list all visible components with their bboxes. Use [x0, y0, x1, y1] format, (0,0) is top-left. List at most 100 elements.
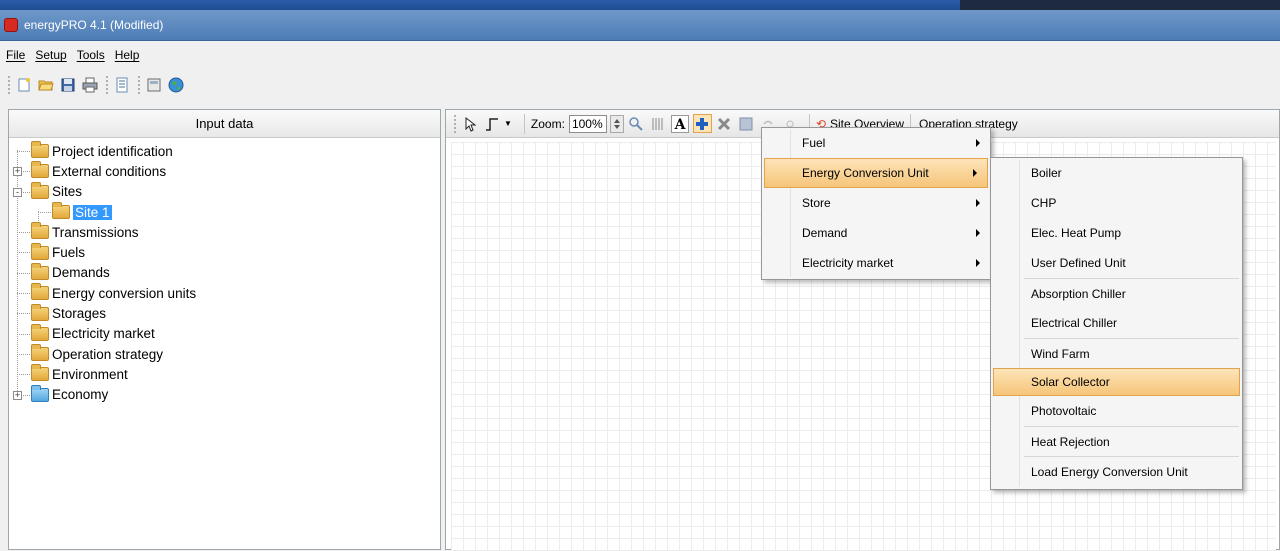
tree-line — [17, 333, 30, 335]
save-diagram-icon[interactable] — [737, 114, 756, 133]
magnifier-icon[interactable] — [627, 114, 646, 133]
tree-item-sites[interactable]: - Sites — [9, 181, 440, 202]
tree-line — [17, 313, 30, 315]
folder-icon — [31, 364, 49, 382]
tree-item-operation-strategy[interactable]: Operation strategy — [9, 344, 440, 364]
open-icon[interactable] — [36, 76, 55, 95]
grid-icon[interactable] — [649, 114, 668, 133]
add-component-menu: Fuel Energy Conversion Unit Store Demand… — [761, 127, 991, 280]
menu-help[interactable]: Help — [115, 48, 140, 62]
toolbar-grip[interactable] — [453, 113, 457, 134]
report-icon[interactable] — [112, 76, 131, 95]
folder-icon — [31, 222, 49, 240]
globe-icon[interactable] — [166, 76, 185, 95]
tree-item-label: Transmissions — [52, 224, 139, 240]
text-icon[interactable]: A — [671, 114, 690, 133]
menu-item-label: CHP — [1031, 196, 1057, 210]
tree-line — [17, 232, 30, 234]
tree-item-label: Storages — [52, 306, 107, 322]
menu-setup[interactable]: Setup — [35, 48, 66, 62]
expand-icon[interactable]: + — [13, 390, 22, 400]
menu-item-fuel[interactable]: Fuel — [762, 128, 990, 158]
menu-file[interactable]: File — [6, 48, 25, 62]
menu-item-demand[interactable]: Demand — [762, 218, 990, 248]
tree-item-label: Operation strategy — [52, 346, 164, 362]
menu-item-label: Demand — [802, 226, 848, 240]
add-icon[interactable] — [692, 114, 712, 133]
print-icon[interactable] — [80, 76, 99, 95]
tree-line — [38, 211, 51, 213]
tree-item-electricity-market[interactable]: Electricity market — [9, 323, 440, 344]
menu-item-label: Absorption Chiller — [1031, 286, 1126, 301]
folder-icon — [31, 283, 49, 301]
submenu-item-heat-rejection[interactable]: Heat Rejection — [991, 427, 1242, 456]
menu-item-label: Electrical Chiller — [1031, 316, 1118, 330]
pointer-icon[interactable] — [460, 114, 479, 133]
menu-item-label: Elec. Heat Pump — [1031, 226, 1122, 240]
submenu-item-absorption-chiller[interactable]: Absorption Chiller — [991, 279, 1242, 308]
save-icon[interactable] — [58, 76, 77, 95]
zoom-input[interactable] — [568, 114, 607, 133]
menu-item-label: Electricity market — [802, 256, 894, 270]
menu-item-label: Fuel — [802, 136, 826, 150]
toolbar-grip-2[interactable] — [105, 75, 109, 95]
tree-item-label: Energy conversion units — [52, 285, 197, 301]
toolbar-grip[interactable] — [7, 75, 11, 95]
menu-tools[interactable]: Tools — [77, 48, 105, 62]
tree-item-demands[interactable]: Demands — [9, 262, 440, 283]
toolbar-grip-3[interactable] — [137, 75, 141, 95]
svg-text:A: A — [674, 117, 687, 133]
taskbar-strip — [0, 0, 1280, 10]
menu-item-label: Heat Rejection — [1031, 434, 1110, 449]
collapse-icon[interactable]: - — [13, 187, 22, 197]
submenu-item-photovoltaic[interactable]: Photovoltaic — [991, 396, 1242, 426]
folder-icon — [31, 141, 49, 159]
tree-line — [17, 374, 30, 376]
app-icon[interactable] — [4, 18, 18, 32]
submenu-item-solar-collector[interactable]: Solar Collector — [993, 368, 1240, 396]
submenu-item-load-energy-conversion-unit[interactable]: Load Energy Conversion Unit — [991, 457, 1242, 486]
folder-icon — [31, 161, 49, 179]
tree-item-project-identification[interactable]: Project identification — [9, 141, 440, 161]
expand-icon[interactable]: + — [13, 167, 22, 177]
submenu-item-chp[interactable]: CHP — [991, 188, 1242, 218]
submenu-item-boiler[interactable]: Boiler — [991, 158, 1242, 188]
menu-item-electricity-market[interactable]: Electricity market — [762, 248, 990, 278]
new-icon[interactable] — [14, 76, 33, 95]
folder-icon — [31, 344, 49, 362]
tree-item-economy[interactable]: + Economy — [9, 384, 440, 405]
taskbar-dark-area — [960, 0, 1280, 10]
tree-item-external-conditions[interactable]: + External conditions — [9, 161, 440, 181]
submenu-arrow-icon — [976, 199, 980, 207]
menu-item-label: Photovoltaic — [1031, 404, 1097, 418]
menu-item-label: Wind Farm — [1031, 346, 1090, 361]
title-bar: energyPRO 4.1 (Modified) — [0, 10, 1280, 41]
tree-item-site-1[interactable]: Site 1 — [9, 202, 440, 222]
delete-icon[interactable] — [715, 114, 734, 133]
input-data-header: Input data — [9, 110, 440, 138]
submenu-item-wind-farm[interactable]: Wind Farm — [991, 339, 1242, 368]
menu-item-store[interactable]: Store — [762, 188, 990, 218]
tree-item-label: Project identification — [52, 143, 173, 159]
tree-item-storages[interactable]: Storages — [9, 303, 440, 323]
tree-item-transmissions[interactable]: Transmissions — [9, 222, 440, 242]
submenu-item-user-defined-unit[interactable]: User Defined Unit — [991, 248, 1242, 278]
calculator-icon[interactable] — [144, 76, 163, 95]
submenu-item-elec-heat-pump[interactable]: Elec. Heat Pump — [991, 218, 1242, 248]
submenu-item-electrical-chiller[interactable]: Electrical Chiller — [991, 308, 1242, 338]
connector-icon[interactable] — [482, 114, 501, 133]
menu-item-label: User Defined Unit — [1031, 256, 1126, 270]
tree-item-fuels[interactable]: Fuels — [9, 242, 440, 262]
input-data-tree: Project identification + External condit… — [9, 138, 440, 405]
tree-item-environment[interactable]: Environment — [9, 364, 440, 384]
zoom-spinner[interactable] — [609, 114, 624, 133]
tree-line — [17, 353, 30, 355]
tree-item-label: Environment — [52, 366, 128, 382]
tree-item-energy-conversion-units[interactable]: Energy conversion units — [9, 283, 440, 303]
energy-conversion-unit-submenu: Boiler CHP Elec. Heat Pump User Defined … — [990, 157, 1243, 490]
menu-item-label: Solar Collector — [1031, 375, 1110, 389]
menu-item-energy-conversion-unit[interactable]: Energy Conversion Unit — [764, 158, 988, 188]
dropdown-arrow-icon[interactable]: ▼ — [504, 119, 512, 128]
tree-line — [17, 151, 30, 152]
main-toolbar — [0, 70, 1280, 100]
